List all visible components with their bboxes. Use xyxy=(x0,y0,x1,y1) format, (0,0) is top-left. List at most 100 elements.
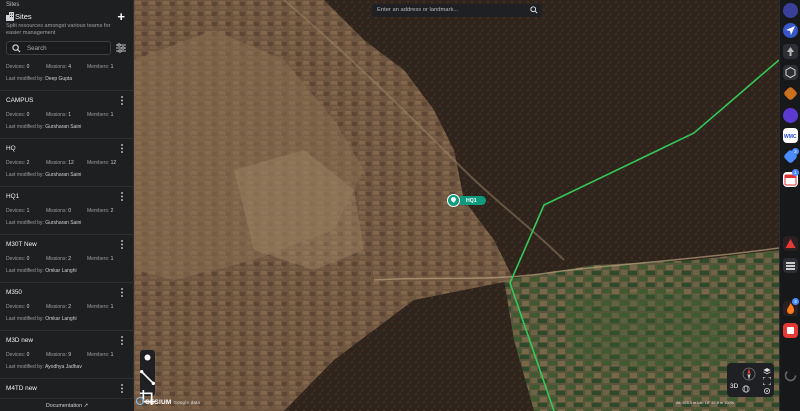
missions-count: 2 xyxy=(68,304,72,310)
members-count: 1 xyxy=(110,112,114,118)
devices-label: Devices: xyxy=(6,112,26,118)
svg-text:WMC: WMC xyxy=(784,134,797,140)
send-icon[interactable] xyxy=(783,23,798,38)
globe-icon[interactable] xyxy=(783,108,798,123)
missions-stat: Missions: 1 xyxy=(46,112,71,118)
missions-stat: Missions: 0 xyxy=(46,208,71,214)
members-label: Members: xyxy=(87,160,110,166)
site-search-input[interactable]: Search xyxy=(6,41,111,55)
members-stat: Members: 1 xyxy=(87,256,113,262)
red-box-icon[interactable] xyxy=(783,323,798,338)
members-label: Members: xyxy=(87,304,110,310)
members-stat: Members: 2 xyxy=(87,208,113,214)
cesium-wordmark: CESIUM xyxy=(145,399,172,406)
marker-label: HQ1 xyxy=(460,196,486,205)
more-options-icon[interactable] xyxy=(120,336,124,345)
spinner-icon[interactable] xyxy=(783,368,798,383)
missions-count: 9 xyxy=(68,352,72,358)
devices-label: Devices: xyxy=(6,64,26,70)
missions-count: 4 xyxy=(68,64,72,70)
compass-icon[interactable] xyxy=(742,367,756,381)
last-modified-user: Omkar Langhi xyxy=(45,268,77,274)
cesium-logo-icon xyxy=(136,397,144,405)
3d-mode-button[interactable]: 3D xyxy=(730,383,738,390)
devices-stat: Devices: 0 xyxy=(6,112,29,118)
app-dock: WMC 2 1 4 xyxy=(779,0,800,411)
missions-label: Missions: xyxy=(46,256,67,262)
devices-stat: Devices: 1 xyxy=(6,208,29,214)
missions-count: 1 xyxy=(68,112,72,118)
site-name: CAMPUS xyxy=(6,97,34,104)
cube-icon[interactable] xyxy=(783,65,798,80)
red-alert-icon[interactable] xyxy=(783,236,798,251)
more-options-icon[interactable] xyxy=(120,384,124,393)
devices-count: 0 xyxy=(26,304,30,310)
site-name: M350 xyxy=(6,289,22,296)
cesium-attribution[interactable]: CESIUM Google data xyxy=(136,397,200,407)
more-options-icon[interactable] xyxy=(120,192,124,201)
search-icon[interactable] xyxy=(530,6,538,14)
more-options-icon[interactable] xyxy=(120,240,124,249)
address-search-input[interactable]: Enter an address or landmark... xyxy=(372,4,542,17)
more-options-icon[interactable] xyxy=(120,96,124,105)
site-name: M30T New xyxy=(6,241,37,248)
add-site-button[interactable]: + xyxy=(117,10,125,23)
sites-subtitle: Split resources amongst various teams fo… xyxy=(6,23,111,36)
layers-icon[interactable] xyxy=(763,367,771,375)
site-card[interactable]: Devices: 0 Missions: 4 Members: 1 Last modi… xyxy=(0,57,133,91)
flame-badge: 4 xyxy=(792,298,799,305)
site-marker-hq1[interactable]: HQ1 xyxy=(447,194,487,207)
calendar-badge: 2 xyxy=(792,148,799,155)
user-avatar-icon[interactable] xyxy=(783,3,798,18)
last-modified-label: Last modified by: xyxy=(6,220,44,226)
search-placeholder: Search xyxy=(27,45,47,52)
sites-header: Sites Split resources amongst various te… xyxy=(6,10,127,40)
site-card[interactable]: M350 Devices: 0 Missions: 2 Members: 1 Last … xyxy=(0,283,133,331)
members-count: 12 xyxy=(110,160,117,166)
members-count: 1 xyxy=(110,256,114,262)
site-name: HQ xyxy=(6,145,16,152)
fullscreen-icon[interactable] xyxy=(763,377,771,385)
devices-stat: Devices: 0 xyxy=(6,352,29,358)
members-stat: Members: 1 xyxy=(87,304,113,310)
map-viewport[interactable]: Enter an address or landmark... HQ1 CESI… xyxy=(134,0,779,411)
devices-label: Devices: xyxy=(6,256,26,262)
location-target-icon[interactable] xyxy=(763,387,771,395)
devices-label: Devices: xyxy=(6,160,26,166)
site-card[interactable]: CAMPUS Devices: 0 Missions: 1 Members: 1 Las… xyxy=(0,91,133,139)
missions-count: 0 xyxy=(68,208,72,214)
documentation-label: Documentation xyxy=(45,403,83,409)
missions-label: Missions: xyxy=(46,112,67,118)
globe-view-icon[interactable] xyxy=(742,385,750,393)
last-modified-label: Last modified by: xyxy=(6,172,44,178)
address-placeholder: Enter an address or landmark... xyxy=(377,7,459,13)
more-options-icon[interactable] xyxy=(120,288,124,297)
more-options-icon[interactable] xyxy=(120,144,124,153)
devices-count: 0 xyxy=(26,112,30,118)
search-icon xyxy=(12,44,21,53)
site-list: Devices: 0 Missions: 4 Members: 1 Last modi… xyxy=(0,57,134,397)
last-modified: Last modified by: Gursharan Saini xyxy=(6,220,81,226)
site-card[interactable]: M30T New Devices: 0 Missions: 2 Members: 1 L… xyxy=(0,235,133,283)
last-modified-user: Gursharan Saini xyxy=(45,220,82,226)
stack-icon[interactable] xyxy=(783,258,798,273)
arrow-up-icon[interactable] xyxy=(783,44,798,59)
point-icon[interactable] xyxy=(140,350,155,365)
site-card[interactable]: HQ1 Devices: 1 Missions: 0 Members: 2 Last m… xyxy=(0,187,133,235)
site-card[interactable]: M4TD newDevices: 0Missions: 0Members: 1L… xyxy=(0,379,133,397)
filter-sliders-icon[interactable] xyxy=(116,43,126,53)
line-icon[interactable] xyxy=(140,370,155,385)
members-stat: Members: 1 xyxy=(87,64,113,70)
last-modified-label: Last modified by: xyxy=(6,316,44,322)
site-card[interactable]: HQ Devices: 2 Missions: 12 Members: 12 Last … xyxy=(0,139,133,187)
documentation-link[interactable]: Documentation ↗ xyxy=(0,398,134,411)
sites-sidebar: Sites Sites Split resources amongst vari… xyxy=(0,0,134,411)
site-card[interactable]: M3D new Devices: 0 Missions: 9 Members: 1 La… xyxy=(0,331,133,379)
devices-label: Devices: xyxy=(6,352,26,358)
wmc-icon[interactable]: WMC xyxy=(783,128,798,143)
map-navigation-widget: 3D xyxy=(727,363,774,397)
orange-diamond-icon[interactable] xyxy=(783,86,798,101)
devices-count: 1 xyxy=(26,208,30,214)
last-modified: Last modified by: Omkar Langhi xyxy=(6,268,77,274)
site-name: M4TD new xyxy=(6,385,37,392)
